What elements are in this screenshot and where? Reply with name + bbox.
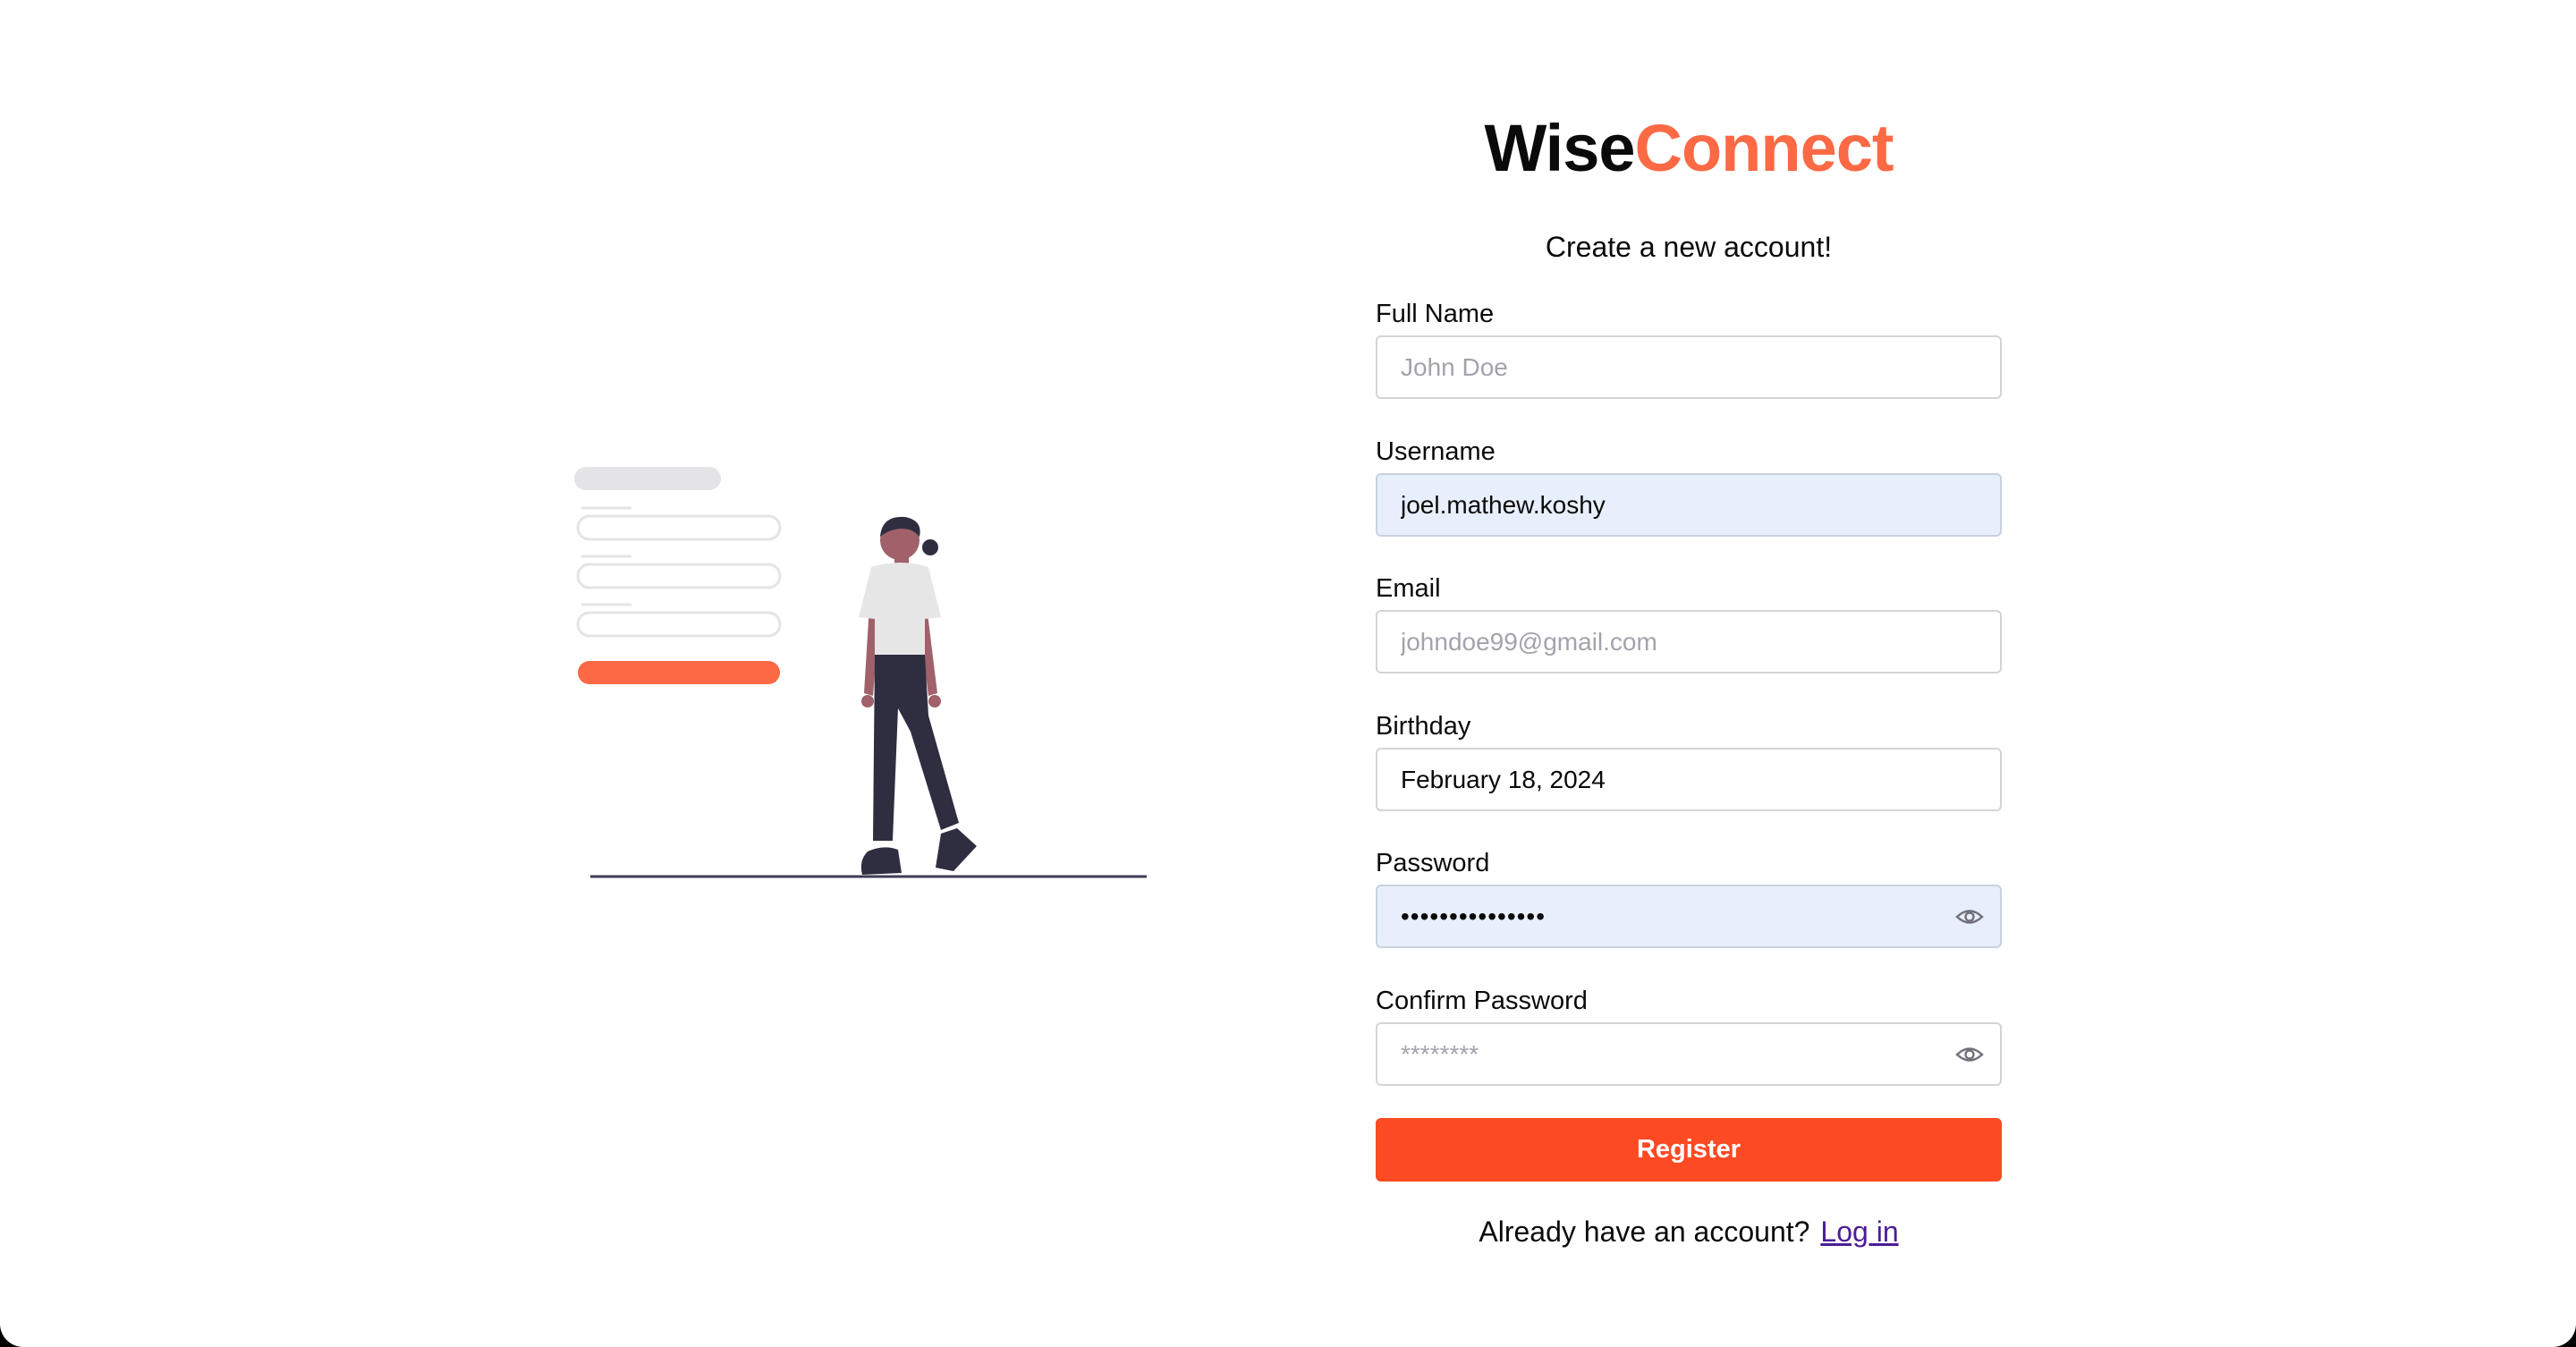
birthday-label: Birthday — [1376, 712, 1471, 741]
confirm-password-input[interactable] — [1377, 1024, 2000, 1084]
login-prompt: Already have an account? Log in — [1376, 1215, 2002, 1249]
confirm-password-field: Confirm Password — [1376, 986, 2002, 1086]
eye-icon[interactable] — [1955, 1042, 1984, 1067]
password-input-box — [1376, 885, 2002, 948]
full-name-label: Full Name — [1376, 300, 1495, 328]
illustration-input-1 — [576, 514, 782, 541]
eye-icon[interactable] — [1955, 904, 1984, 929]
username-label: Username — [1376, 437, 1496, 466]
signup-illustration — [574, 467, 1147, 878]
illustration-title-bar — [574, 467, 721, 490]
password-label: Password — [1376, 849, 1490, 877]
login-prompt-text: Already have an account? — [1479, 1216, 1810, 1248]
brand-logo: WiseConnect — [1376, 110, 2002, 187]
illustration-button — [578, 661, 780, 684]
full-name-field: Full Name — [1376, 299, 2002, 399]
illustration-input-2 — [576, 563, 782, 589]
full-name-input[interactable] — [1377, 337, 2000, 397]
illustration-person — [859, 516, 977, 875]
brand-logo-part2: Connect — [1634, 111, 1894, 185]
username-input-box — [1376, 473, 2002, 537]
confirm-password-label: Confirm Password — [1376, 987, 1588, 1015]
full-name-input-box — [1376, 335, 2002, 399]
email-label: Email — [1376, 574, 1441, 603]
email-input[interactable] — [1377, 612, 2000, 672]
username-input[interactable] — [1377, 475, 2000, 535]
app-window: WiseConnect Create a new account! Full N… — [0, 0, 2576, 1347]
password-input[interactable] — [1377, 886, 2000, 946]
page-subtitle: Create a new account! — [1545, 231, 1833, 263]
birthday-input[interactable] — [1377, 750, 2000, 809]
birthday-field: Birthday — [1376, 711, 2002, 811]
login-link[interactable]: Log in — [1820, 1216, 1898, 1248]
brand-logo-part1: Wise — [1484, 111, 1635, 185]
birthday-input-box — [1376, 748, 2002, 811]
email-input-box — [1376, 610, 2002, 674]
register-form: WiseConnect Create a new account! Full N… — [1376, 106, 2002, 1248]
confirm-password-input-box — [1376, 1022, 2002, 1086]
illustration-input-3 — [576, 611, 782, 638]
email-field: Email — [1376, 573, 2002, 674]
username-field: Username — [1376, 436, 2002, 537]
register-button[interactable]: Register — [1376, 1118, 2002, 1182]
password-field: Password — [1376, 848, 2002, 948]
